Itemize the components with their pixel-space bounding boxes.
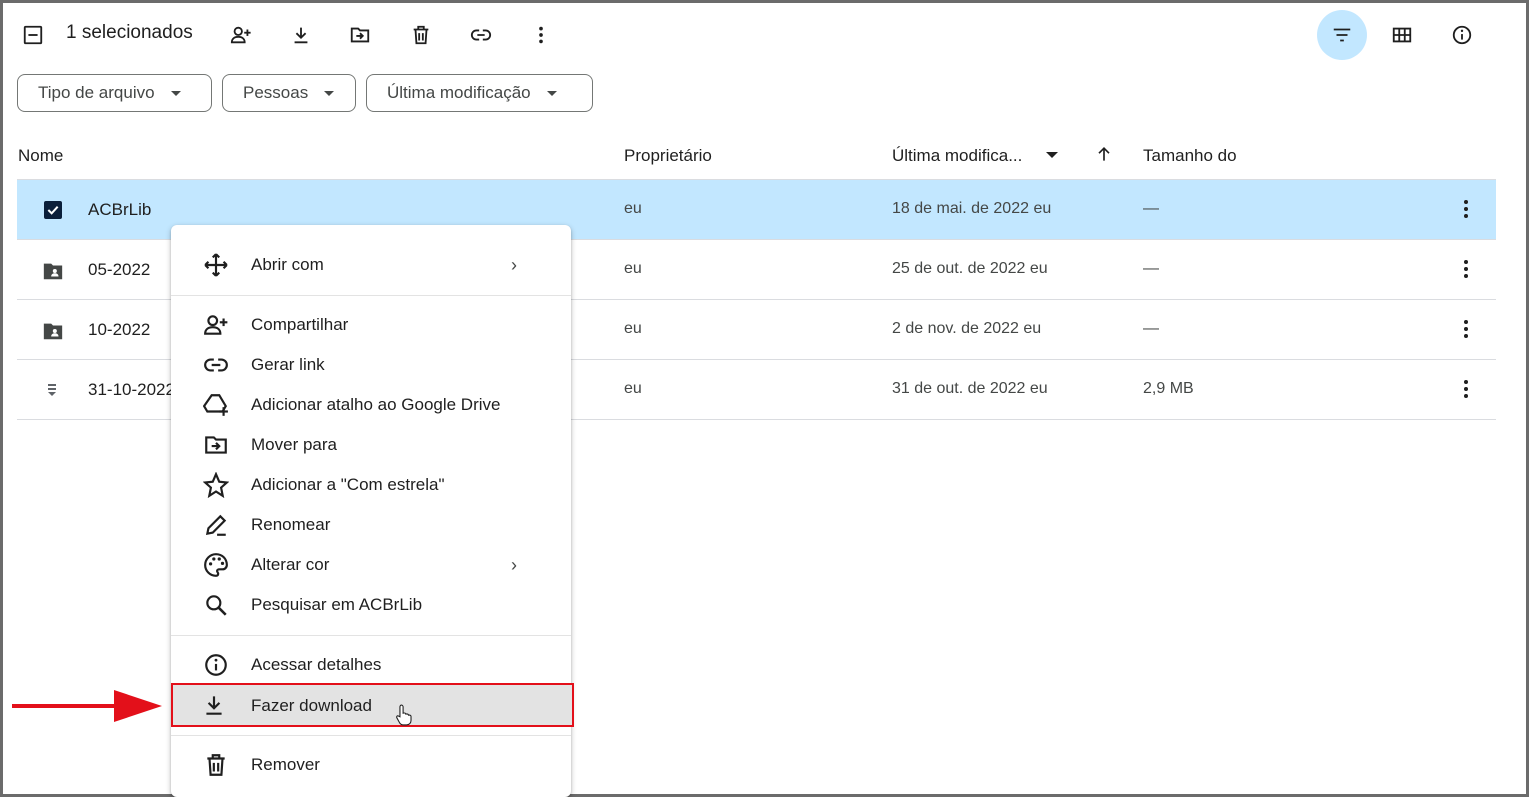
filter-label: Tipo de arquivo: [38, 83, 155, 102]
column-size[interactable]: Tamanho do: [1143, 146, 1237, 166]
menu-item-remove[interactable]: Remover: [171, 745, 571, 785]
menu-item-add-shortcut[interactable]: Adicionar atalho ao Google Drive: [171, 385, 571, 425]
row-modified-by: eu: [1023, 320, 1042, 337]
row-owner: eu: [624, 380, 642, 397]
menu-item-download[interactable]: Fazer download: [171, 683, 574, 727]
caret-down-icon: [546, 90, 557, 96]
row-size: —: [1143, 260, 1159, 277]
menu-item-label: Alterar cor: [251, 555, 330, 574]
chevron-right-icon: ›: [511, 554, 517, 575]
checkbox-checked-icon[interactable]: [44, 201, 62, 219]
menu-item-label: Remover: [251, 755, 320, 774]
row-size: 2,9 MB: [1143, 380, 1194, 397]
deselect-icon[interactable]: [13, 15, 53, 55]
more-vert-icon[interactable]: [1464, 320, 1468, 341]
menu-item-star[interactable]: Adicionar a "Com estrela": [171, 465, 571, 505]
row-modified-by: eu: [1029, 260, 1048, 277]
row-size: —: [1143, 200, 1159, 217]
link-icon: [201, 352, 231, 378]
menu-item-rename[interactable]: Renomear: [171, 505, 571, 545]
selection-count: 1 selecionados: [66, 22, 193, 43]
share-icon[interactable]: [221, 15, 261, 55]
menu-divider: [171, 635, 571, 636]
download-icon: [201, 692, 227, 723]
menu-divider: [171, 295, 571, 296]
menu-item-label: Gerar link: [251, 355, 325, 374]
menu-item-label: Adicionar a "Com estrela": [251, 475, 445, 494]
menu-item-label: Fazer download: [251, 696, 372, 715]
chevron-right-icon: ›: [511, 254, 517, 275]
menu-item-details[interactable]: Acessar detalhes: [171, 645, 571, 685]
menu-item-share[interactable]: Compartilhar: [171, 305, 571, 345]
search-icon: [201, 592, 231, 618]
row-name: 31-10-2022: [88, 380, 175, 399]
row-name: 10-2022: [88, 320, 151, 339]
info-icon[interactable]: [1442, 15, 1482, 55]
palette-icon: [201, 552, 231, 578]
row-owner: eu: [624, 200, 642, 217]
row-modified-by: eu: [1033, 200, 1052, 217]
row-name: 05-2022: [88, 260, 151, 279]
column-owner[interactable]: Proprietário: [624, 146, 712, 166]
more-vert-icon[interactable]: [1464, 380, 1468, 401]
column-modified[interactable]: Última modifica...: [892, 146, 1022, 166]
menu-divider: [171, 735, 571, 736]
menu-item-label: Mover para: [251, 435, 337, 454]
trash-icon: [201, 752, 231, 778]
info-icon: [201, 652, 231, 678]
menu-item-label: Pesquisar em ACBrLib: [251, 595, 423, 614]
caret-down-icon[interactable]: [1046, 152, 1058, 158]
menu-item-search-in[interactable]: Pesquisar em ACBrLib: [171, 585, 571, 625]
more-vert-icon[interactable]: [1464, 200, 1468, 221]
menu-item-label: Adicionar atalho ao Google Drive: [251, 395, 501, 414]
download-icon[interactable]: [281, 15, 321, 55]
open-with-icon: [201, 252, 231, 278]
link-icon[interactable]: [461, 15, 501, 55]
row-modified: 18 de mai. de 2022: [892, 200, 1029, 217]
grid-view-icon[interactable]: [1382, 15, 1422, 55]
menu-item-change-color[interactable]: Alterar cor ›: [171, 545, 571, 585]
caret-down-icon: [324, 90, 335, 96]
share-icon: [201, 312, 231, 338]
menu-item-label: Acessar detalhes: [251, 655, 382, 674]
row-modified: 2 de nov. de 2022: [892, 320, 1019, 337]
filter-label: Última modificação: [387, 83, 531, 102]
row-owner: eu: [624, 320, 642, 337]
caret-down-icon: [170, 90, 181, 96]
add-shortcut-icon: [201, 392, 231, 418]
menu-item-label: Abrir com: [251, 255, 324, 274]
filter-people[interactable]: Pessoas: [222, 74, 356, 112]
annotation-arrow-icon: [114, 690, 162, 722]
menu-item-get-link[interactable]: Gerar link: [171, 345, 571, 385]
filter-icon[interactable]: [1317, 10, 1367, 60]
more-vert-icon[interactable]: [1464, 260, 1468, 281]
star-icon: [201, 472, 231, 498]
row-name: ACBrLib: [88, 200, 152, 219]
sort-arrow-up-icon[interactable]: [1094, 144, 1114, 169]
menu-item-label: Compartilhar: [251, 315, 349, 334]
filter-label: Pessoas: [243, 83, 309, 102]
trash-icon[interactable]: [401, 15, 441, 55]
annotation-arrow-shaft: [12, 704, 122, 708]
row-modified-by: eu: [1029, 380, 1048, 397]
archive-file-icon: [46, 382, 58, 403]
menu-item-open-with[interactable]: Abrir com ›: [171, 245, 571, 285]
menu-item-label: Renomear: [251, 515, 331, 534]
column-name[interactable]: Nome: [18, 146, 63, 166]
row-modified: 25 de out. de 2022: [892, 260, 1026, 277]
more-vert-icon[interactable]: [521, 15, 561, 55]
shared-folder-icon: [40, 260, 66, 287]
menu-item-move-to[interactable]: Mover para: [171, 425, 571, 465]
move-icon[interactable]: [340, 15, 380, 55]
shared-folder-icon: [40, 320, 66, 347]
move-icon: [201, 432, 231, 458]
rename-icon: [201, 512, 231, 538]
filter-last-modified[interactable]: Última modificação: [366, 74, 593, 112]
hand-cursor-icon: [395, 703, 413, 732]
row-modified: 31 de out. de 2022: [892, 380, 1026, 397]
filter-file-type[interactable]: Tipo de arquivo: [17, 74, 212, 112]
row-owner: eu: [624, 260, 642, 277]
row-size: —: [1143, 320, 1159, 337]
